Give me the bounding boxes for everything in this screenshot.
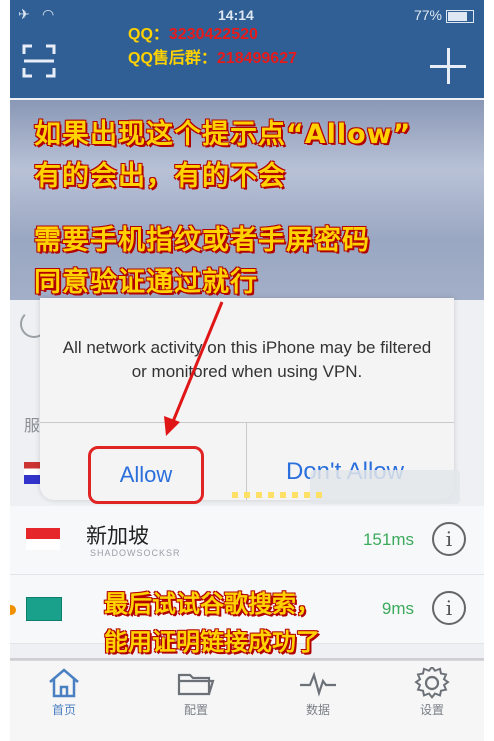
tab-label: 配置	[183, 703, 208, 717]
tab-label: 首页	[51, 703, 76, 717]
server-latency: 9ms	[381, 599, 414, 618]
server-row-singapore[interactable]: 新加坡 SHADOWSOCKSR 151ms i	[10, 506, 484, 575]
info-icon[interactable]: i	[432, 522, 466, 556]
singapore-flag-icon	[26, 528, 60, 550]
pulse-icon	[300, 671, 336, 697]
globe-flag-icon	[26, 597, 62, 621]
tab-label: 数据	[305, 703, 330, 717]
tab-settings[interactable]: 设置	[392, 667, 472, 718]
server-latency: 151ms	[362, 530, 414, 549]
tab-bar: 首页 配置 数据 设置	[10, 660, 484, 741]
gear-icon	[414, 667, 450, 699]
home-icon	[49, 668, 79, 698]
info-icon[interactable]: i	[432, 591, 466, 625]
instruction-bottom-2: 能用证明链接成功了	[104, 628, 320, 656]
instruction-bottom-1: 最后试试谷歌搜索，	[104, 590, 320, 618]
selected-indicator	[10, 605, 16, 615]
phone-screen: ✈ ◠ 14:14 77% QQ：3230422520 QQ售后群：218499…	[10, 0, 484, 741]
folder-icon	[177, 673, 215, 696]
tab-label: 设置	[419, 703, 444, 717]
tab-data[interactable]: 数据	[278, 667, 358, 718]
server-protocol: SHADOWSOCKSR	[90, 548, 181, 558]
server-name: 新加坡	[86, 524, 149, 548]
tab-config[interactable]: 配置	[156, 667, 236, 718]
tab-home[interactable]: 首页	[24, 667, 104, 718]
